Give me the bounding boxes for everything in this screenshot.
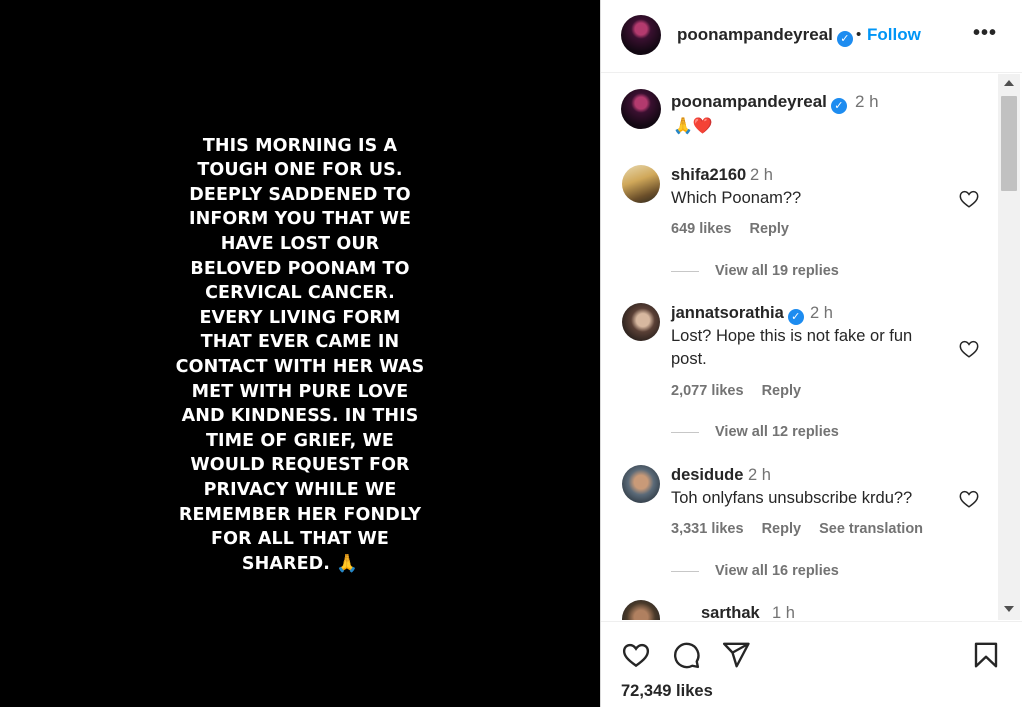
story-line: THIS MORNING IS A (202, 135, 398, 156)
reply-button[interactable]: Reply (762, 521, 802, 537)
likes-count[interactable]: 72,349 likes (621, 682, 713, 701)
share-send-icon[interactable] (721, 640, 751, 670)
comment-likes[interactable]: 649 likes (671, 221, 731, 237)
comment-time[interactable]: 2 h (748, 466, 771, 485)
follow-button[interactable]: Follow (867, 25, 921, 45)
comment-bubble-icon[interactable] (671, 640, 701, 670)
story-line: CONTACT WITH HER WAS (175, 357, 425, 377)
verified-badge-icon: ✓ (836, 31, 853, 47)
story-line: PRIVACY WHILE WE (203, 479, 397, 500)
comment-username[interactable]: desidude (671, 466, 743, 485)
more-options-icon[interactable]: ••• (973, 22, 997, 45)
view-replies-label[interactable]: View all 12 replies (715, 424, 839, 440)
scrollbar[interactable] (998, 74, 1020, 620)
avatar[interactable] (621, 89, 661, 129)
story-line: TIME OF GRIEF, WE (206, 430, 394, 451)
see-translation-button[interactable]: See translation (819, 521, 923, 537)
comment-likes[interactable]: 2,077 likes (671, 383, 744, 399)
avatar[interactable] (622, 600, 660, 620)
story-line: INFORM YOU THAT WE (188, 209, 412, 230)
view-replies-button[interactable]: View all 16 replies (671, 563, 839, 579)
avatar[interactable] (622, 165, 660, 203)
post-header: poonampandeyreal ✓ • Follow ••• (601, 0, 1022, 73)
verified-badge-icon: ✓ (787, 309, 804, 325)
save-bookmark-icon[interactable] (971, 640, 1001, 670)
comment-time[interactable]: 2 h (750, 166, 773, 185)
view-replies-label[interactable]: View all 16 replies (715, 563, 839, 579)
separator-dot: • (856, 26, 862, 43)
story-line: AND KINDNESS. IN THIS (181, 406, 419, 427)
story-line: WOULD REQUEST FOR (190, 455, 410, 476)
comment-username[interactable]: sarthak (701, 604, 760, 620)
replies-divider (671, 570, 699, 572)
caption-username-row[interactable]: poonampandeyreal ✓ (671, 92, 847, 114)
post-actions: 72,349 likes (601, 621, 1022, 707)
story-line: REMEMBER HER FONDLY (178, 504, 422, 525)
author-username-row[interactable]: poonampandeyreal ✓ (677, 25, 853, 47)
like-heart-icon[interactable] (621, 640, 651, 670)
comment-username[interactable]: shifa2160 (671, 166, 746, 185)
comment-meta: 649 likes Reply (671, 221, 807, 237)
caption-time[interactable]: 2 h (855, 92, 879, 112)
replies-divider (671, 270, 699, 272)
comment-likes[interactable]: 3,331 likes (671, 521, 744, 537)
story-line: EVERY LIVING FORM (199, 307, 401, 328)
comment-username-row[interactable]: jannatsorathia ✓ (671, 304, 804, 325)
avatar[interactable] (622, 303, 660, 341)
comment-time[interactable]: 2 h (810, 304, 833, 323)
story-text: THIS MORNING IS A TOUGH ONE FOR US. DEEP… (170, 134, 430, 577)
story-line: MET WITH PURE LOVE (191, 381, 409, 402)
story-line: FOR ALL THAT WE (211, 529, 389, 550)
story-line: DEEPLY SADDENED TO (189, 184, 411, 205)
story-line: TOUGH ONE FOR US. (197, 160, 403, 181)
view-replies-label[interactable]: View all 19 replies (715, 263, 839, 279)
comment-text: Which Poonam?? (671, 189, 802, 207)
caption-username[interactable]: poonampandeyreal (671, 92, 827, 111)
comment-text: Lost? Hope this is not fake or fun post. (671, 327, 913, 368)
comment-time[interactable]: 1 h (772, 604, 795, 620)
heart-icon[interactable] (958, 188, 980, 210)
scroll-down-arrow-icon[interactable] (1004, 606, 1014, 612)
comments-list[interactable]: poonampandeyreal ✓ 2 h 🙏❤️ shifa2160 2 h … (601, 74, 1022, 620)
story-line: SHARED. 🙏 (241, 553, 359, 574)
heart-icon[interactable] (958, 338, 980, 360)
post-media: THIS MORNING IS A TOUGH ONE FOR US. DEEP… (0, 0, 600, 707)
comment-text: Toh onlyfans unsubscribe krdu?? (671, 489, 913, 507)
story-line: CERVICAL CANCER. (205, 283, 395, 304)
heart-icon[interactable] (958, 488, 980, 510)
story-line: THAT EVER CAME IN (200, 332, 400, 353)
comment-meta: 2,077 likes Reply (671, 383, 819, 399)
view-replies-button[interactable]: View all 12 replies (671, 424, 839, 440)
story-line: BELOVED POONAM TO (190, 258, 410, 279)
avatar[interactable] (622, 465, 660, 503)
scrollbar-thumb[interactable] (1001, 96, 1017, 191)
post-side-panel: poonampandeyreal ✓ • Follow ••• poonampan… (600, 0, 1022, 707)
reply-button[interactable]: Reply (749, 221, 789, 237)
verified-badge-icon: ✓ (830, 98, 847, 114)
reply-button[interactable]: Reply (762, 383, 802, 399)
avatar[interactable] (621, 15, 661, 55)
replies-divider (671, 431, 699, 433)
comment-username[interactable]: jannatsorathia (671, 304, 784, 322)
scroll-up-arrow-icon[interactable] (1004, 80, 1014, 86)
story-line: HAVE LOST OUR (220, 234, 380, 255)
comment-meta: 3,331 likes Reply See translation (671, 521, 941, 537)
view-replies-button[interactable]: View all 19 replies (671, 263, 839, 279)
caption-text: 🙏❤️ (673, 118, 713, 135)
author-username[interactable]: poonampandeyreal (677, 25, 833, 44)
